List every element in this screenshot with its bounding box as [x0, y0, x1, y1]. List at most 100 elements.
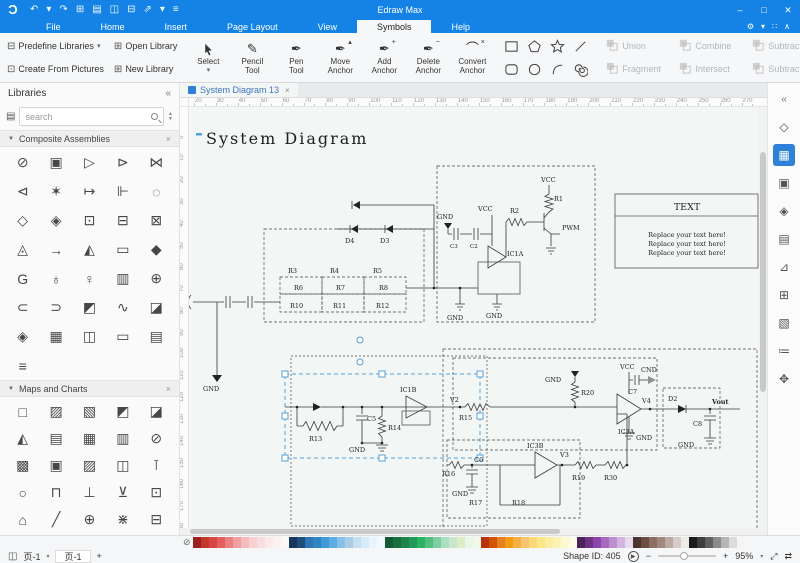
color-swatch[interactable] [673, 537, 681, 548]
color-swatch[interactable] [441, 537, 449, 548]
export-caret-icon[interactable]: ▾ [160, 0, 165, 20]
color-swatch[interactable] [681, 537, 689, 548]
color-swatch[interactable] [289, 537, 297, 548]
zoom-in-button[interactable]: + [723, 551, 728, 561]
no-fill-icon[interactable]: ⊘ [183, 538, 191, 547]
color-swatch[interactable] [321, 537, 329, 548]
color-swatch[interactable] [521, 537, 529, 548]
shape-pentagon-button[interactable] [526, 37, 544, 55]
menu-tab-help[interactable]: Help [431, 20, 490, 33]
color-swatch[interactable] [425, 537, 433, 548]
color-swatch[interactable] [193, 537, 201, 548]
library-symbol[interactable]: ⋇ [106, 506, 139, 533]
color-swatch[interactable] [305, 537, 313, 548]
color-swatch[interactable] [561, 537, 569, 548]
library-symbol[interactable]: ⊻ [106, 479, 139, 506]
library-symbol[interactable]: ⊘ [6, 148, 39, 177]
color-swatch[interactable] [657, 537, 665, 548]
undo-icon[interactable]: ↶ [30, 0, 38, 20]
shape-star-button[interactable] [549, 37, 567, 55]
color-swatch[interactable] [577, 537, 585, 548]
color-swatch[interactable] [601, 537, 609, 548]
library-symbol[interactable]: ⊡ [140, 479, 173, 506]
save-icon[interactable]: ◫ [110, 0, 119, 20]
vertical-scroll-thumb[interactable] [760, 152, 766, 392]
search-input[interactable]: search [19, 107, 164, 126]
color-swatch[interactable] [393, 537, 401, 548]
drawing-canvas[interactable]: System DiagramVCCR1R2PWMGNDVCCC3C2IC1AGN… [189, 107, 759, 528]
layers-icon[interactable]: ◈ [773, 200, 795, 222]
minimize-button[interactable]: – [728, 0, 752, 20]
clipart-icon[interactable]: ▧ [773, 312, 795, 334]
library-symbol[interactable]: □ [6, 398, 39, 425]
zoom-slider[interactable] [658, 555, 716, 557]
page-caret-icon[interactable]: ▾ [46, 553, 49, 560]
library-symbol[interactable]: ⊕ [140, 264, 173, 293]
delete-anchor-tool[interactable]: ✒−DeleteAnchor [406, 34, 450, 81]
maximize-button[interactable]: □ [752, 0, 776, 20]
add-anchor-tool[interactable]: ✒+AddAnchor [362, 34, 406, 81]
zoom-caret-icon[interactable]: ▾ [760, 553, 763, 560]
library-symbol[interactable]: ◈ [6, 322, 39, 351]
export-icon[interactable]: ⇗ [144, 0, 152, 20]
library-symbol[interactable]: ⊟ [106, 206, 139, 235]
horizontal-scrollbar[interactable] [180, 528, 767, 535]
color-swatch[interactable] [433, 537, 441, 548]
color-swatch[interactable] [401, 537, 409, 548]
library-symbol[interactable]: ⊠ [140, 206, 173, 235]
library-symbol[interactable]: ▦ [39, 322, 72, 351]
color-swatch[interactable] [217, 537, 225, 548]
color-swatch[interactable] [641, 537, 649, 548]
fullscreen-icon[interactable]: ⤢ [770, 551, 777, 562]
color-swatch[interactable] [385, 537, 393, 548]
library-symbol[interactable]: ∿ [106, 293, 139, 322]
color-swatch[interactable] [361, 537, 369, 548]
library-symbol[interactable]: ✶ [39, 177, 72, 206]
library-symbol[interactable]: ⊳ [106, 148, 139, 177]
library-symbol[interactable]: ⊲ [6, 177, 39, 206]
section-maps-and-charts[interactable]: ▼ Maps and Charts × [0, 380, 179, 397]
library-symbol[interactable]: ↦ [73, 177, 106, 206]
new-library-button[interactable]: ⊞New Library [111, 58, 180, 81]
library-symbol[interactable]: ◪ [140, 293, 173, 322]
color-swatch[interactable] [713, 537, 721, 548]
close-tab-icon[interactable]: × [285, 86, 290, 95]
section-collapse-icon[interactable]: ▼ [8, 136, 14, 142]
color-swatch[interactable] [649, 537, 657, 548]
library-symbol[interactable]: ♀ [73, 264, 106, 293]
shape-line-button[interactable] [572, 37, 590, 55]
color-swatch[interactable] [593, 537, 601, 548]
menu-tab-insert[interactable]: Insert [145, 20, 208, 33]
pencil-tool[interactable]: ✎PencilTool [230, 34, 274, 81]
add-page-button[interactable]: + [97, 551, 102, 561]
color-swatch[interactable] [457, 537, 465, 548]
color-swatch[interactable] [529, 537, 537, 548]
format-fill-icon[interactable]: ◇ [773, 116, 795, 138]
color-swatch[interactable] [449, 537, 457, 548]
color-swatch[interactable] [721, 537, 729, 548]
library-symbol[interactable]: ◭ [6, 425, 39, 452]
scroll-spinner[interactable]: ▲▼ [168, 112, 173, 121]
outline-list-icon[interactable]: ≔ [773, 340, 795, 362]
library-symbol[interactable]: ▥ [106, 425, 139, 452]
color-swatch[interactable] [345, 537, 353, 548]
library-symbol[interactable]: ▤ [140, 322, 173, 351]
document-tab[interactable]: System Diagram 13 × [180, 83, 298, 97]
library-symbol[interactable]: ╱ [39, 506, 72, 533]
chart-icon[interactable]: ⊿ [773, 256, 795, 278]
library-symbol[interactable]: ⋈ [140, 148, 173, 177]
library-symbol[interactable]: ◩ [106, 398, 139, 425]
library-symbol[interactable]: ▭ [106, 322, 139, 351]
convert-anchor-tool[interactable]: ⌒×ConvertAnchor [450, 34, 494, 81]
library-symbol[interactable]: ▣ [39, 452, 72, 479]
library-symbol[interactable]: ⊡ [73, 206, 106, 235]
library-symbol[interactable]: ◩ [73, 293, 106, 322]
pen-tool[interactable]: ✒PenTool [274, 34, 318, 81]
color-swatch[interactable] [625, 537, 633, 548]
menu-tab-symbols[interactable]: Symbols [357, 20, 432, 33]
library-symbol[interactable]: ▭ [106, 235, 139, 264]
horizontal-scroll-thumb[interactable] [190, 529, 560, 534]
library-symbol[interactable]: ▩ [6, 452, 39, 479]
color-swatch[interactable] [553, 537, 561, 548]
color-swatch[interactable] [689, 537, 697, 548]
